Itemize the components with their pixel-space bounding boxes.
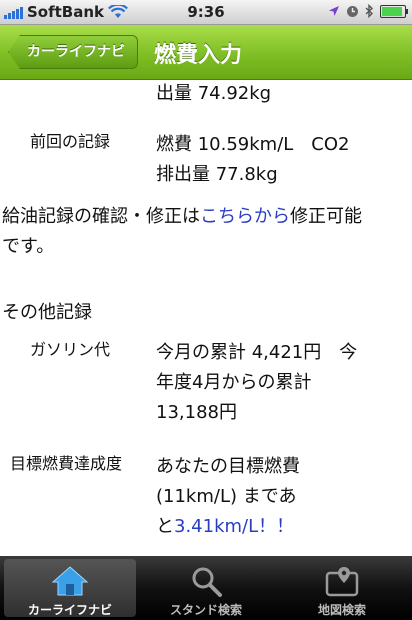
goal-remaining-value: 3.41km/L！！ <box>174 516 295 537</box>
previous-record-line-2: 排出量 77.8kg <box>156 164 278 185</box>
gasoline-cost-line-2: 年度4月からの累計 <box>156 372 312 393</box>
edit-note-end: です。 <box>2 236 55 257</box>
edit-link[interactable]: こちらから <box>200 206 290 227</box>
tab-label: カーライフナビ <box>27 603 112 617</box>
tab-label: 地図検索 <box>317 603 366 617</box>
goal-line-2: (11km/L) まであ <box>156 486 297 507</box>
gasoline-cost-line-1: 今月の累計 4,421円 今 <box>156 342 358 363</box>
page-title: 燃費入力 <box>154 43 243 68</box>
tab-bar: カーライフナビ スタンド検索 地図検索 <box>0 556 412 620</box>
map-icon <box>325 567 359 597</box>
home-icon <box>51 566 89 596</box>
location-arrow-icon <box>329 6 339 16</box>
search-icon <box>192 567 222 597</box>
status-bar: SoftBank 9:36 <box>0 0 412 25</box>
goal-line-3-text: と <box>156 516 174 537</box>
navigation-bar: カーライフナビ 燃費入力 <box>0 25 412 80</box>
edit-note-text-2: 修正可能 <box>290 206 362 227</box>
goal-line-3: と3.41km/L！！ <box>156 512 294 542</box>
clock-icon <box>347 5 358 17</box>
gasoline-cost-line-3: 13,188円 <box>156 402 237 423</box>
co2-partial-line: 出量 74.92kg <box>156 83 272 104</box>
tab-stand-search[interactable]: スタンド検索 <box>140 559 272 617</box>
edit-note: 給油記録の確認・修正はこちらから修正可能 <box>2 202 410 232</box>
other-records-heading: その他記録 <box>2 302 92 323</box>
goal-achievement-label: 目標燃費達成度 <box>10 454 123 473</box>
tab-carlife-navi[interactable]: カーライフナビ <box>4 559 136 617</box>
battery-icon <box>380 4 408 18</box>
goal-line-1: あなたの目標燃費 <box>156 456 300 477</box>
previous-record-line-1: 燃費 10.59km/L CO2 <box>156 134 350 155</box>
gasoline-cost-label: ガソリン代 <box>30 340 111 359</box>
tab-label: スタンド検索 <box>169 603 242 617</box>
edit-note-text: 給油記録の確認・修正は <box>2 206 200 227</box>
bluetooth-icon <box>365 4 374 18</box>
back-button[interactable]: カーライフナビ <box>8 35 138 69</box>
previous-record-label: 前回の記録 <box>30 132 111 151</box>
content-area[interactable]: 出量 74.92kg 前回の記録 燃費 10.59km/L CO2 排出量 77… <box>0 80 412 556</box>
tab-map-search[interactable]: 地図検索 <box>276 559 408 617</box>
